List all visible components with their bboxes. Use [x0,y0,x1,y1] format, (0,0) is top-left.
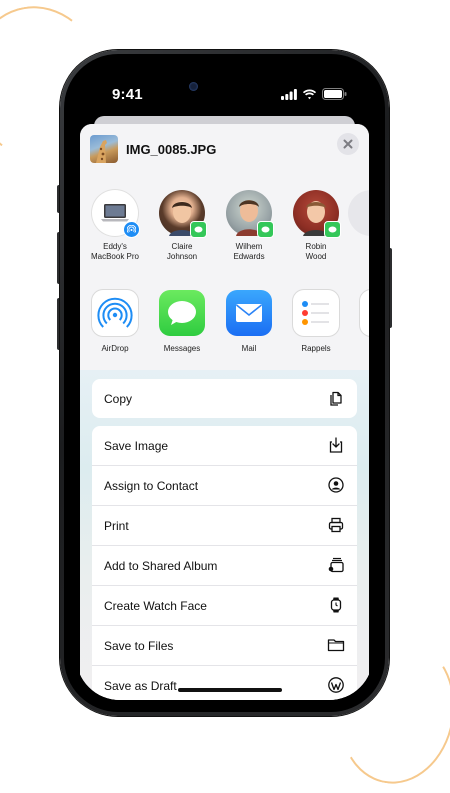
partial-app-icon[interactable] [360,290,369,336]
folder-icon [327,639,345,652]
app-reminders[interactable]: Rappels [281,290,351,353]
wifi-icon [302,89,317,99]
person-name: Claire Johnson [166,242,198,261]
phone-bezel: 9:41 IMG_0085.JPG Eddy's MacBook Pro Cla… [64,54,385,712]
battery-icon [322,88,347,100]
close-icon [343,139,353,149]
app-label: AirDrop [101,344,129,353]
messages-badge-icon [190,221,207,238]
cellular-signal-icon [281,88,297,100]
action-label: Add to Shared Album [104,559,218,573]
home-indicator[interactable] [178,688,282,692]
apps-row: AirDrop Messages Mail Rappels [80,274,369,370]
action-label: Save to Files [104,639,174,653]
person-robin-wood[interactable]: Robin Wood [281,190,351,262]
action-assign-to-contact[interactable]: Assign to Contact [92,466,357,506]
person-name: Wilhem Edwards [233,242,265,261]
close-button[interactable] [337,133,359,155]
wordpress-icon [328,677,344,693]
action-label: Copy [104,392,133,406]
airdrop-icon [92,290,138,336]
app-label: Messages [163,344,201,353]
app-label: Mail [241,344,257,353]
person-name: Eddy's MacBook Pro [90,242,140,261]
people-suggestions-row: Eddy's MacBook Pro Claire Johnson Wilhem… [80,174,369,275]
app-messages[interactable]: Messages [147,290,217,353]
image-thumbnail [90,135,118,163]
partial-contact-avatar[interactable] [348,190,369,236]
avatar [293,190,341,238]
action-save-image[interactable]: Save Image [92,426,357,466]
action-add-to-shared-album[interactable]: Add to Shared Album [92,546,357,586]
share-sheet: IMG_0085.JPG Eddy's MacBook Pro Claire J… [80,124,369,700]
action-print[interactable]: Print [92,506,357,546]
copy-group: Copy [92,379,357,418]
copy-icon [330,391,342,406]
status-bar: 9:41 [76,66,373,114]
macbook-avatar [92,190,140,238]
contact-icon [328,477,344,493]
action-copy[interactable]: Copy [92,379,357,418]
reminders-icon [293,290,339,336]
app-mail[interactable]: Mail [214,290,284,353]
printer-icon [328,517,344,533]
status-time: 9:41 [112,86,143,103]
avatar [159,190,207,238]
messages-icon [159,290,205,336]
watch-icon [330,597,342,613]
save-image-icon [329,437,343,453]
person-wilhem-edwards[interactable]: Wilhem Edwards [214,190,284,262]
action-label: Save Image [104,439,169,453]
person-eddys-macbook[interactable]: Eddy's MacBook Pro [80,190,150,262]
action-create-watch-face[interactable]: Create Watch Face [92,586,357,626]
mail-icon [226,290,272,336]
app-airdrop[interactable]: AirDrop [80,290,150,353]
shared-album-icon [328,557,344,573]
action-save-as-draft[interactable]: Save as Draft [92,666,357,700]
phone-screen: 9:41 IMG_0085.JPG Eddy's MacBook Pro Cla… [76,66,373,700]
action-save-to-files[interactable]: Save to Files [92,626,357,666]
file-name: IMG_0085.JPG [126,142,217,157]
action-label: Assign to Contact [104,479,199,493]
status-icons [281,88,347,100]
actions-area: Copy Save Image Assign to Contact Print … [80,370,369,700]
action-label: Create Watch Face [104,599,207,613]
front-camera [189,82,198,91]
share-sheet-header: IMG_0085.JPG [80,124,369,175]
airdrop-badge-icon [123,221,140,238]
phone-frame: 9:41 IMG_0085.JPG Eddy's MacBook Pro Cla… [60,50,389,716]
app-label: Rappels [301,344,331,353]
person-claire-johnson[interactable]: Claire Johnson [147,190,217,262]
action-label: Print [104,519,129,533]
messages-badge-icon [324,221,341,238]
avatar [226,190,274,238]
messages-badge-icon [257,221,274,238]
person-name: Robin Wood [305,242,327,261]
action-label: Save as Draft [104,679,177,693]
actions-list: Save Image Assign to Contact Print Add t… [92,426,357,700]
